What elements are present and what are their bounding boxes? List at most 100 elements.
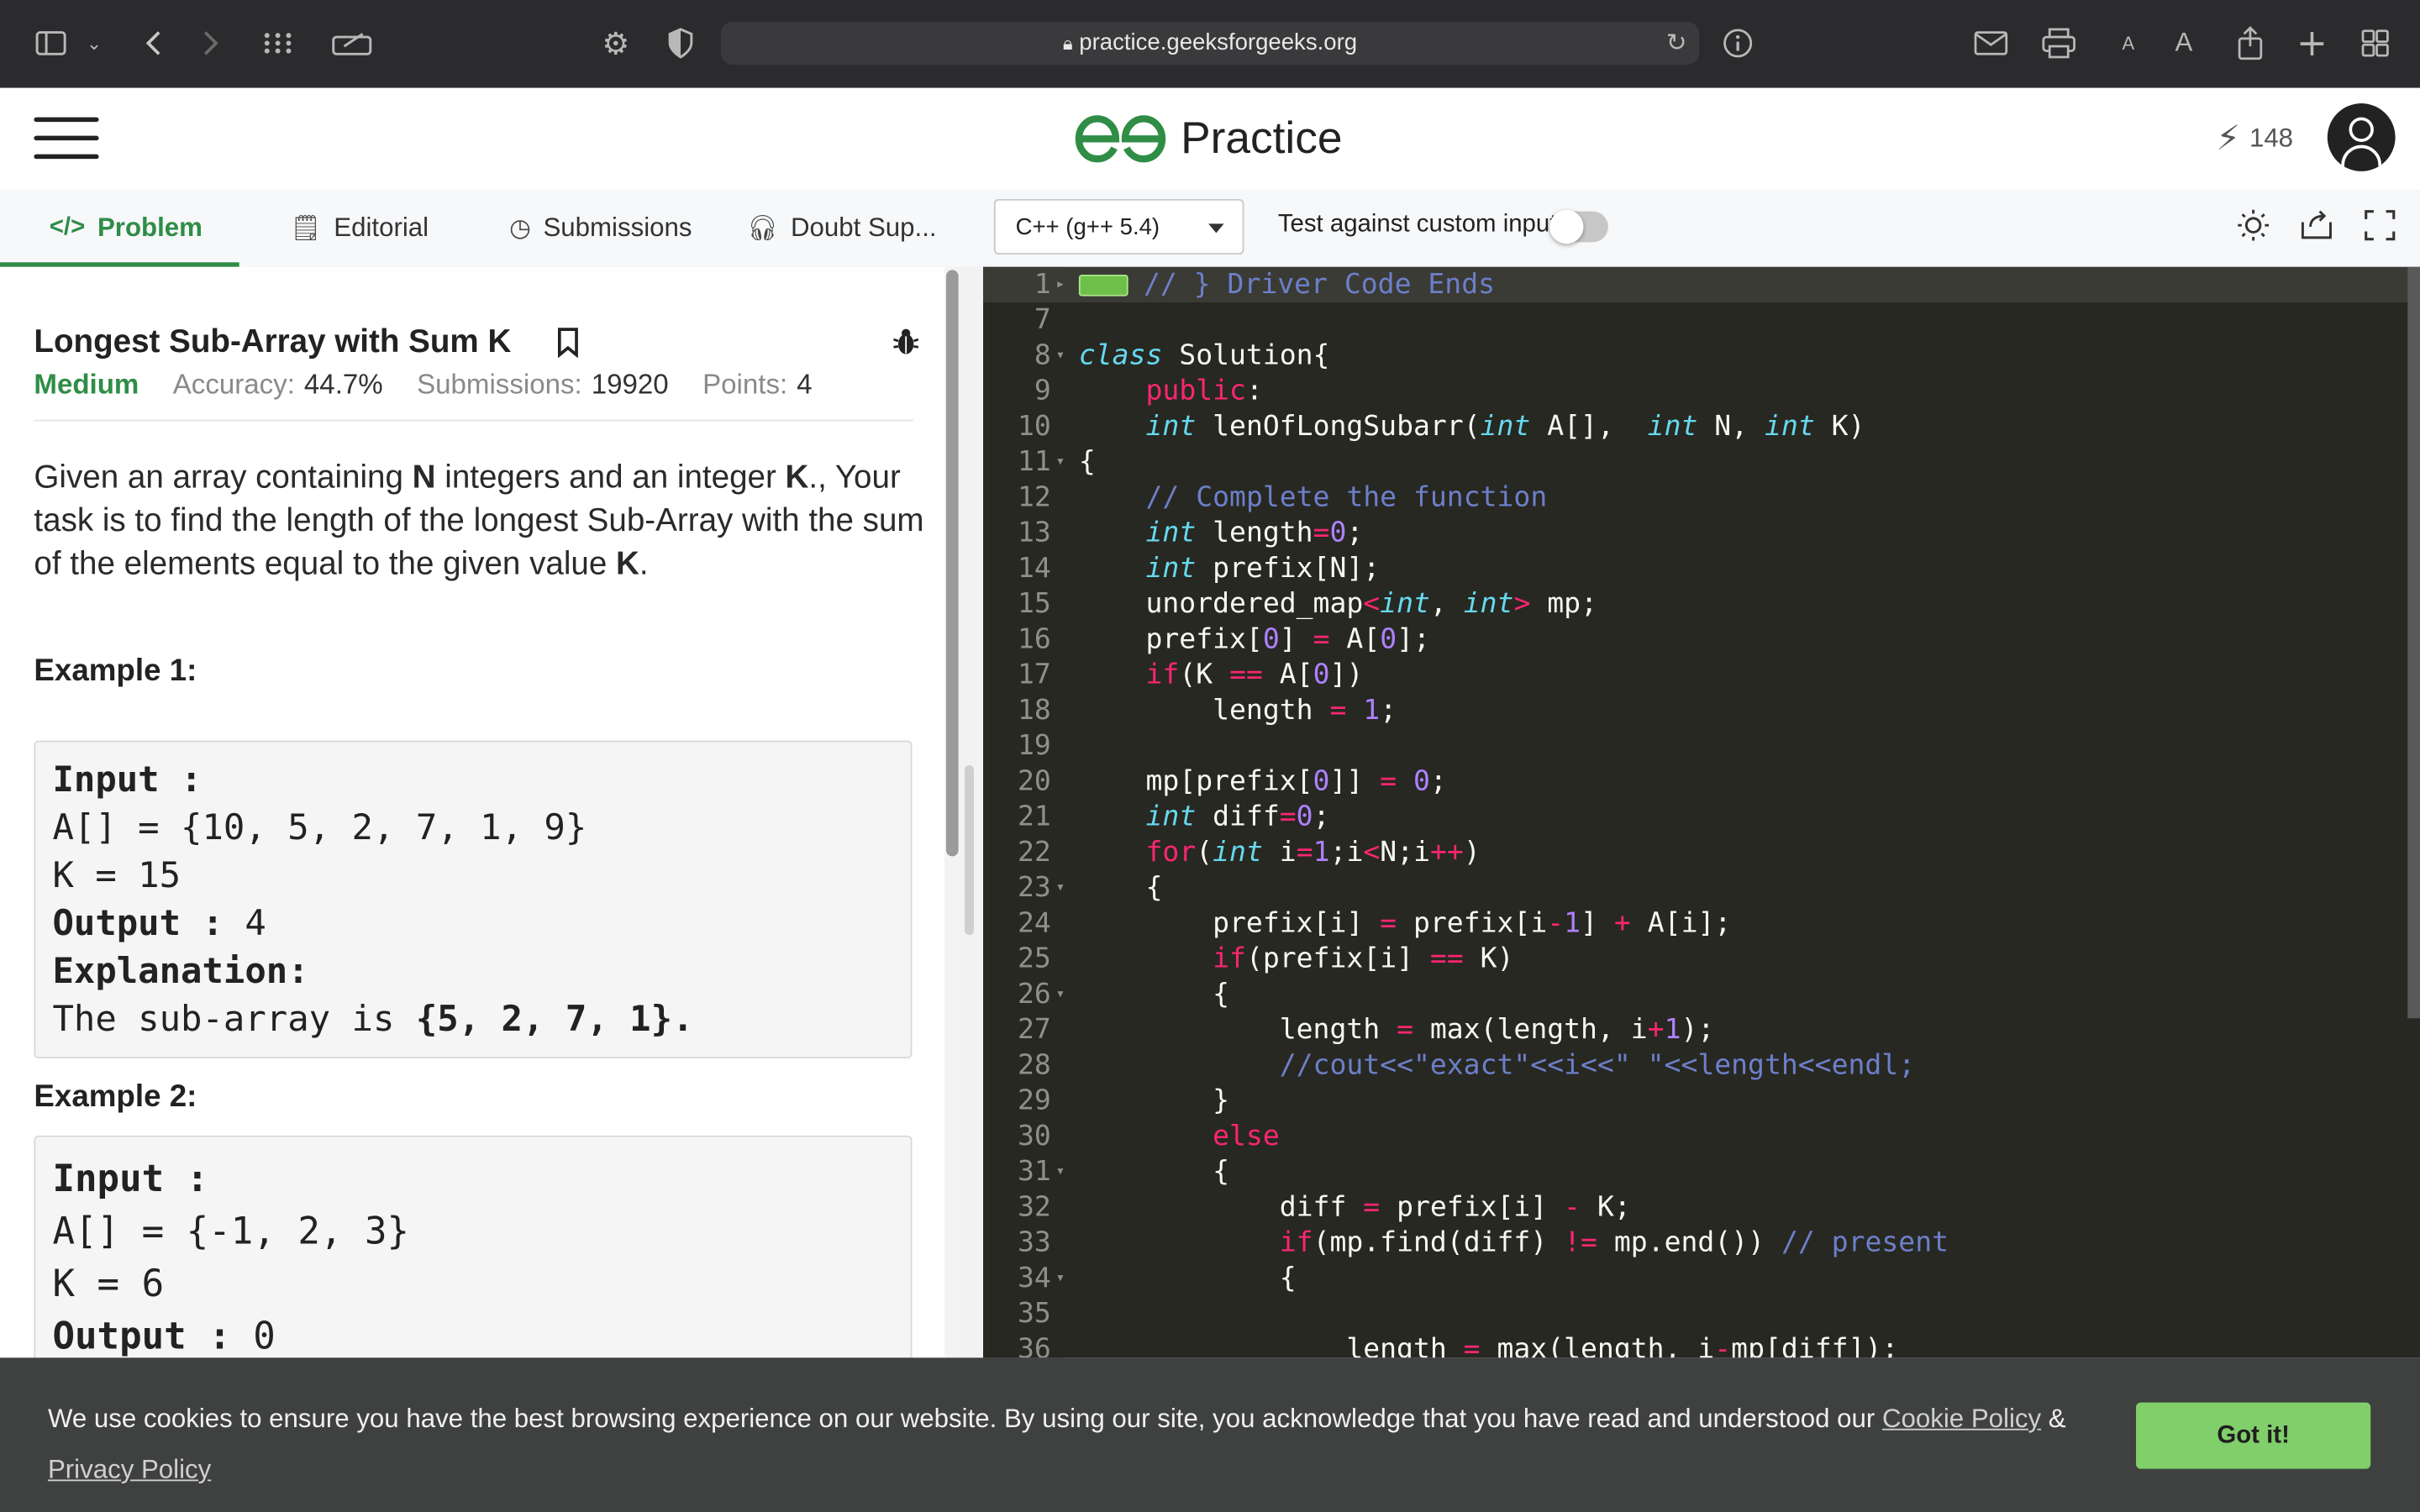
code-line: 18 length = 1; [1017, 694, 1397, 727]
gfg-logo[interactable]: Practice [1073, 109, 1343, 168]
problem-title: Longest Sub-Array with Sum K [34, 323, 512, 360]
example-2-input-line: K = 6 [52, 1262, 165, 1305]
document-icon: 🗒︎ [290, 216, 322, 243]
code-line: 11 ▾{ [1017, 445, 1096, 479]
panel-resize-divider[interactable] [960, 266, 983, 1358]
code-icon: </> [49, 214, 86, 241]
code-line: 27 length = max(length, i+1); [1017, 1013, 1715, 1047]
fold-arrow-icon: ▾ [1055, 1269, 1065, 1287]
cookie-message: We use cookies to ensure you have the be… [47, 1404, 2066, 1484]
cookie-accept-button[interactable]: Got it! [2136, 1402, 2371, 1469]
url-text: practice.geeksforgeeks.org [1079, 29, 1358, 56]
custom-input-toggle[interactable] [1549, 209, 1608, 244]
fold-arrow-icon: ▾ [1055, 453, 1065, 471]
code-line: 24 prefix[i] = prefix[i-1] + A[i]; [1017, 906, 1732, 940]
mail-icon[interactable] [1974, 22, 2008, 65]
example-1-input-line: A[] = {10, 5, 2, 7, 1, 9} [52, 808, 587, 849]
reading-list-icon[interactable] [330, 22, 373, 65]
fold-arrow-icon: ▾ [1055, 1163, 1065, 1181]
text-larger-icon[interactable]: A [2170, 22, 2197, 65]
user-avatar[interactable] [2327, 103, 2396, 171]
reset-code-icon[interactable] [2298, 207, 2335, 244]
fold-arrow-icon: ▸ [1055, 276, 1065, 293]
code-line: 25 if(prefix[i] == K) [1017, 942, 1514, 975]
tab-problem-label: Problem [97, 213, 203, 243]
print-icon[interactable] [2042, 22, 2075, 65]
sidebar-toggle-icon[interactable] [34, 22, 67, 65]
share-icon[interactable] [2233, 22, 2267, 65]
dropdown-caret-icon [1208, 223, 1224, 234]
language-select-value: C++ (g++ 5.4) [1015, 214, 1160, 241]
language-select[interactable]: C++ (g++ 5.4) [993, 198, 1244, 255]
accuracy-label: Accuracy: [172, 368, 295, 400]
code-line: 9 public: [1034, 375, 1263, 407]
lightning-bolt-icon: ⚡︎ [2216, 118, 2240, 158]
custom-input-label: Test against custom input [1277, 211, 1557, 238]
cookie-policy-link[interactable]: Cookie Policy [1882, 1404, 2041, 1433]
new-tab-plus-icon[interactable]: + [2295, 22, 2328, 65]
example-1-input-label: Input : [52, 760, 203, 801]
fold-arrow-icon: ▾ [1055, 347, 1065, 365]
tab-editorial-label: Editorial [334, 213, 429, 243]
tab-doubt-support-label: Doubt Sup... [790, 213, 937, 243]
back-icon[interactable] [136, 22, 170, 65]
folded-code-marker[interactable] [1078, 274, 1128, 297]
address-bar[interactable]: 🔒︎ practice.geeksforgeeks.org ↻ [720, 21, 1700, 66]
example-1-input-line: K = 15 [52, 856, 182, 897]
code-line: 7 [1034, 303, 1051, 337]
forward-icon[interactable] [194, 22, 228, 65]
hamburger-menu-icon[interactable] [34, 117, 99, 160]
points-value: 4 [797, 368, 813, 400]
editor-scrollbar[interactable] [2407, 266, 2420, 1019]
tab-doubt-support[interactable]: 🎧︎ Doubt Sup... [747, 190, 937, 267]
code-line: 36 length = max(length, i-mp[diff]); [1017, 1332, 1899, 1358]
logo-text: Practice [1181, 113, 1343, 163]
streak-counter[interactable]: ⚡︎ 148 [2217, 118, 2294, 159]
code-line: 15 unordered_map<int, int> mp; [1017, 587, 1598, 621]
bookmark-icon[interactable] [557, 327, 579, 359]
fold-arrow-icon: ▾ [1055, 879, 1065, 897]
code-line: 22 for(int i=1;i<N;i++) [1017, 836, 1481, 869]
privacy-policy-link[interactable]: Privacy Policy [48, 1455, 211, 1484]
theme-sun-icon[interactable] [2235, 207, 2272, 244]
code-line: 35 [1017, 1297, 1051, 1331]
example-1-explanation-label: Explanation: [52, 952, 309, 993]
tab-submissions[interactable]: ◷ Submissions [509, 190, 692, 267]
tab-overview-icon[interactable] [2359, 22, 2392, 65]
code-line: 1 ▸// } Driver Code Ends [982, 266, 2408, 302]
problem-description: Given an array containing N integers and… [34, 459, 924, 582]
code-line: 28 //cout<<"exact"<<i<<" "<<length<<endl… [1017, 1048, 1916, 1082]
accuracy-value: 44.7% [303, 368, 383, 400]
info-icon[interactable] [1721, 22, 1754, 65]
text-smaller-icon[interactable]: A [2118, 22, 2139, 65]
code-line: 8 ▾ class Solution{ [1034, 339, 1330, 372]
reload-icon[interactable]: ↻ [1666, 28, 1687, 57]
clock-icon: ◷ [509, 216, 531, 243]
site-header: Practice ⚡︎ 148 [0, 87, 2420, 192]
problem-scrollbar-thumb[interactable] [945, 270, 959, 857]
code-line: 29 } [1017, 1084, 1230, 1117]
tab-editorial[interactable]: 🗒︎ Editorial [290, 190, 429, 267]
points-label: Points: [702, 368, 788, 400]
tab-problem[interactable]: </> Problem [50, 190, 203, 267]
example-1-explanation: The sub-array is {5, 2, 7, 1}. [52, 1000, 694, 1040]
chevron-down-icon[interactable]: ⌄ [83, 22, 105, 65]
report-bug-icon[interactable] [892, 327, 920, 358]
example-1-heading: Example 1: [34, 654, 197, 689]
example-2-box: Input : A[] = {-1, 2, 3} K = 6 Output : … [34, 1135, 913, 1383]
headset-icon: 🎧︎ [746, 216, 779, 243]
code-line: 26 ▾ { [1017, 978, 1230, 1011]
code-line: 23 ▾ { [1017, 871, 1163, 905]
code-line: 34 ▾ { [1017, 1262, 1297, 1295]
code-line: 14 int prefix[N]; [1017, 552, 1381, 585]
grid-icon[interactable] [260, 22, 294, 65]
code-editor[interactable]: 1 ▸// } Driver Code Ends 7 8 ▾ class Soluti… [982, 266, 2420, 1358]
code-line: 10 int lenOfLongSubarr(int A[], int N, i… [1017, 410, 1865, 444]
example-2-input-label: Input : [52, 1157, 209, 1200]
code-line: 19 [1017, 729, 1051, 763]
settings-gear-icon[interactable]: ⚙ [599, 22, 633, 65]
difficulty-badge: Medium [34, 368, 139, 400]
fullscreen-icon[interactable] [2361, 207, 2398, 244]
browser-toolbar: ⌄ ⚙ 🔒︎ practice.geeksforgeeks.org ↻ A A … [0, 0, 2420, 88]
privacy-shield-icon[interactable] [666, 22, 697, 65]
